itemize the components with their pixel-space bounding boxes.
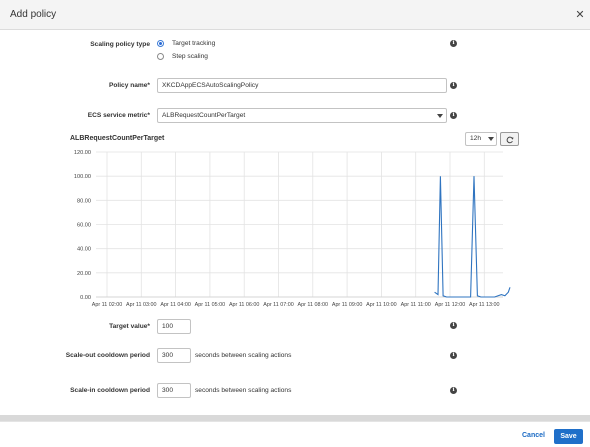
y-tick-label: 40.00	[77, 247, 91, 253]
x-tick-label: Apr 11 04:00	[160, 302, 190, 308]
y-tick-label: 120.00	[74, 150, 91, 156]
x-tick-label: Apr 11 03:00	[126, 302, 156, 308]
ecs-metric-select[interactable]: ALBRequestCountPerTarget	[157, 108, 447, 123]
scaling-policy-type-label: Scaling policy type	[90, 41, 150, 48]
close-icon[interactable]: ✕	[574, 8, 586, 22]
dialog-header: Add policy ✕	[0, 0, 590, 30]
x-tick-label: Apr 11 05:00	[195, 302, 225, 308]
x-tick-label: Apr 11 12:00	[435, 302, 465, 308]
series-line	[434, 176, 511, 298]
dialog-footer	[0, 421, 590, 447]
x-tick-label: Apr 11 07:00	[263, 302, 293, 308]
ecs-metric-label: ECS service metric*	[87, 112, 150, 119]
x-tick-label: Apr 11 02:00	[92, 302, 122, 308]
metric-chart: 0.00 20.00 40.00 60.00 80.00 100.00 120.00 Apr…	[74, 150, 511, 308]
scale-in-label: Scale-in cooldown period	[70, 387, 150, 394]
x-tick-label: Apr 11 06:00	[229, 302, 259, 308]
y-tick-label: 60.00	[77, 223, 91, 229]
refresh-icon	[506, 136, 514, 144]
chevron-down-icon	[488, 137, 494, 141]
scale-out-input[interactable]	[157, 348, 191, 363]
policy-name-info-icon[interactable]: i	[450, 82, 457, 89]
add-policy-dialog: Add policy ✕ Scaling policy type Target …	[0, 0, 590, 447]
target-tracking-label: Target tracking	[172, 40, 216, 47]
target-tracking-radio[interactable]	[157, 40, 164, 47]
x-tick-label: Apr 11 09:00	[332, 302, 362, 308]
policy-name-input[interactable]	[157, 78, 447, 93]
x-tick-label: Apr 11 10:00	[366, 302, 396, 308]
chevron-down-icon	[437, 114, 443, 118]
time-range-value: 12h	[470, 135, 482, 142]
x-tick-label: Apr 11 11:00	[401, 302, 431, 308]
scale-in-input[interactable]	[157, 383, 191, 398]
target-value-input[interactable]	[157, 319, 191, 334]
scaling-type-info-icon[interactable]: i	[450, 40, 457, 47]
scale-in-info-icon[interactable]: i	[450, 387, 457, 394]
target-value-info-icon[interactable]: i	[450, 322, 457, 329]
dialog-title: Add policy	[10, 9, 57, 20]
time-range-select[interactable]: 12h	[465, 132, 497, 146]
save-button[interactable]: Save	[554, 429, 583, 444]
scale-out-info-icon[interactable]: i	[450, 352, 457, 359]
metric-info-icon[interactable]: i	[450, 112, 457, 119]
refresh-button[interactable]	[500, 132, 519, 146]
step-scaling-label: Step scaling	[172, 53, 208, 60]
y-tick-label: 80.00	[77, 198, 91, 204]
policy-name-label: Policy name*	[108, 82, 150, 89]
y-tick-label: 100.00	[74, 174, 91, 180]
y-tick-label: 0.00	[80, 295, 91, 301]
x-tick-label: Apr 11 13:00	[469, 302, 499, 308]
target-value-label: Target value*	[109, 323, 150, 330]
step-scaling-radio[interactable]	[157, 53, 164, 60]
ecs-metric-value: ALBRequestCountPerTarget	[162, 112, 246, 119]
cancel-button[interactable]: Cancel	[522, 432, 545, 439]
scale-out-unit: seconds between scaling actions	[195, 352, 292, 359]
x-tick-label: Apr 11 08:00	[298, 302, 328, 308]
chart-title: ALBRequestCountPerTarget	[70, 135, 165, 142]
y-tick-label: 20.00	[77, 271, 91, 277]
scale-out-label: Scale-out cooldown period	[65, 352, 150, 359]
scale-in-unit: seconds between scaling actions	[195, 387, 292, 394]
